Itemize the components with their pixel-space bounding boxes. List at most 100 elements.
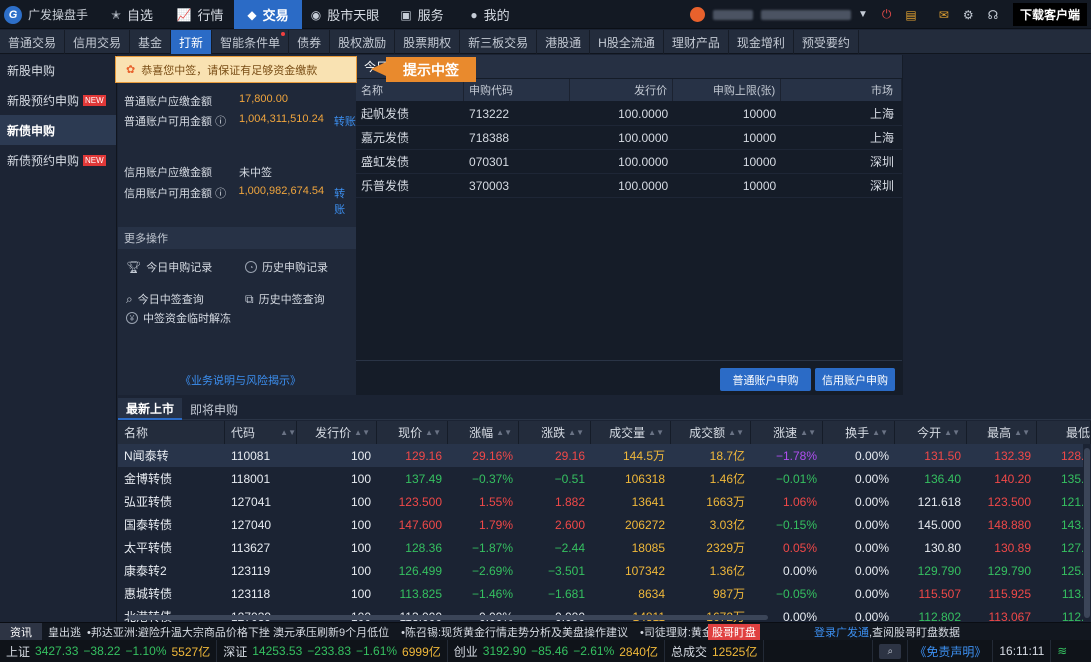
tab-upcoming-subscription[interactable]: 即将申购: [182, 398, 246, 420]
col-change[interactable]: 涨跌 ▲▼: [519, 421, 591, 444]
chevron-down-icon[interactable]: ▼: [858, 9, 868, 20]
headset-icon[interactable]: ☊: [988, 8, 999, 22]
help-icon[interactable]: ⓘ: [215, 188, 226, 200]
tab-latest-listed[interactable]: 最新上市: [118, 398, 183, 420]
horizontal-scrollbar[interactable]: [118, 614, 1083, 621]
credit-transfer-link[interactable]: 转账: [334, 185, 356, 217]
col-sub-limit[interactable]: 申购上限(张): [673, 79, 782, 101]
col-turnover[interactable]: 换手 ▲▼: [823, 421, 895, 444]
history-win-query[interactable]: ⧉ 历史中签查询: [245, 291, 325, 307]
tab-bonds[interactable]: 债券: [289, 30, 331, 54]
win-notification-toast[interactable]: ✿ 恭喜您中签，请保证有足够资金缴款: [115, 56, 357, 83]
history-subscription-record[interactable]: ◔ 历史申购记录: [245, 259, 328, 275]
col-name[interactable]: 名称: [356, 79, 465, 101]
tab-fund[interactable]: 基金: [130, 30, 172, 54]
tab-stock-options[interactable]: 股票期权: [395, 30, 461, 54]
ordinary-subscribe-button[interactable]: 普通账户申购: [720, 368, 811, 391]
ordinary-avail-value: 1,004,311,510.24: [239, 113, 324, 125]
table-row[interactable]: 起帆发债 713222 100.0000 10000 上海: [356, 102, 902, 126]
news-item[interactable]: •邦达亚洲:避险升温大宗商品价格下挫 澳元承压刷新9个月低位: [81, 624, 389, 640]
col-change-pct[interactable]: 涨幅 ▲▼: [448, 421, 519, 444]
tab-tender-offer[interactable]: 预受要约: [794, 30, 859, 54]
tab-neeq[interactable]: 新三板交易: [460, 30, 538, 54]
news-item[interactable]: •司徒理财:黄金: [628, 624, 708, 640]
col-open[interactable]: 今开 ▲▼: [895, 421, 967, 444]
index-chinext[interactable]: 创业 3192.90 −85.46 −2.61% 2840亿: [448, 640, 665, 662]
col-amount[interactable]: 成交额 ▲▼: [671, 421, 751, 444]
gear-icon[interactable]: ⚙: [963, 8, 974, 22]
tab-cash-plus[interactable]: 现金增利: [729, 30, 794, 54]
nav-watchlist[interactable]: ✭ 自选: [98, 0, 166, 29]
scroll-thumb[interactable]: [1084, 448, 1090, 618]
today-subscription-record[interactable]: 🏆︎ 今日申购记录: [126, 259, 212, 275]
help-icon[interactable]: ⓘ: [215, 116, 226, 128]
risk-disclosure-link[interactable]: 《业务说明与风险揭示》: [180, 372, 301, 388]
tab-credit-trade[interactable]: 信用交易: [65, 30, 131, 54]
col-speed[interactable]: 涨速 ▲▼: [751, 421, 823, 444]
news-tag[interactable]: 资讯: [0, 622, 42, 641]
user-box[interactable]: [690, 0, 851, 29]
col-market[interactable]: 市场: [781, 79, 902, 101]
col-low[interactable]: 最低: [1037, 421, 1091, 444]
stock-watch-button[interactable]: 股哥盯盘: [708, 623, 760, 640]
table-row[interactable]: 盛虹发债 070301 100.0000 10000 深圳: [356, 150, 902, 174]
col-code[interactable]: 代码 ▲▼: [225, 421, 297, 444]
tab-smart-order[interactable]: 智能条件单: [212, 30, 290, 54]
win-funds-unfreeze[interactable]: ¥ 中签资金临时解冻: [126, 310, 231, 326]
app-logo[interactable]: G 广发操盘手: [0, 0, 92, 29]
mail-icon[interactable]: ✉: [939, 8, 949, 22]
news-item[interactable]: 皇出逃: [42, 624, 81, 640]
table-row[interactable]: 弘亚转债 127041 100 123.500 1.55% 1.882 13641 1663万…: [118, 490, 1091, 513]
tab-equity-incentive[interactable]: 股权激励: [330, 30, 396, 54]
disclaimer-link[interactable]: 《免责声明》: [914, 643, 986, 660]
col-volume[interactable]: 成交量 ▲▼: [591, 421, 671, 444]
table-row[interactable]: 乐普发债 370003 100.0000 10000 深圳: [356, 174, 902, 198]
disclaimer[interactable]: 《免责声明》: [908, 640, 994, 662]
col-issue-price[interactable]: 发行价 ▲▼: [297, 421, 377, 444]
sidebar-item-new-bond[interactable]: 新债申购: [0, 115, 116, 145]
sidebar-item-new-bond-reserve[interactable]: 新债预约申购 NEW: [0, 145, 116, 175]
table-row[interactable]: 金博转债 118001 100 137.49 −0.37% −0.51 106318 1.46…: [118, 467, 1091, 490]
index-amount: 6999亿: [402, 644, 441, 659]
index-shenzhen[interactable]: 深证 14253.53 −233.83 −1.61% 6999亿: [217, 640, 448, 662]
cell: 0.00%: [854, 563, 889, 578]
tab-ipo[interactable]: 打新: [171, 30, 213, 54]
nav-mine[interactable]: ● 我的: [456, 0, 524, 29]
search-icon[interactable]: ⌕: [879, 643, 902, 659]
login-link[interactable]: 登录广发通: [814, 624, 869, 640]
index-shanghai[interactable]: 上证 3427.33 −38.22 −1.10% 5527亿: [0, 640, 218, 662]
credit-subscribe-button[interactable]: 信用账户申购: [815, 368, 895, 391]
ordinary-transfer-link[interactable]: 转账: [334, 113, 356, 129]
sidebar-item-new-stock[interactable]: 新股申购: [0, 55, 116, 85]
tab-wealth[interactable]: 理财产品: [664, 30, 729, 54]
table-row[interactable]: 惠城转债 123118 100 113.825 −1.46% −1.681 8634 987万…: [118, 582, 1091, 605]
tab-ordinary-trade[interactable]: 普通交易: [0, 30, 66, 54]
table-row[interactable]: 太平转债 113627 100 128.36 −1.87% −2.44 18085 2329万…: [118, 536, 1091, 559]
col-sub-code[interactable]: 申购代码: [464, 79, 571, 101]
nav-sky-eye[interactable]: ◉ 股市天眼: [302, 0, 388, 29]
vertical-scrollbar[interactable]: [1083, 444, 1091, 622]
lock-icon[interactable]: ▤: [905, 8, 916, 22]
power-icon[interactable]: ⏻: [882, 7, 892, 22]
table-row[interactable]: N闻泰转 110081 100 129.16 29.16% 29.16 144.5万 18.7…: [118, 444, 1091, 467]
table-row[interactable]: 国泰转债 127040 100 147.600 1.79% 2.600 206272 3.03…: [118, 513, 1091, 536]
tab-h-share[interactable]: H股全流通: [590, 30, 664, 54]
today-win-query[interactable]: ⌕ 今日中签查询: [126, 291, 204, 307]
nav-service[interactable]: ▣ 服务: [388, 0, 456, 29]
sidebar-item-new-stock-reserve[interactable]: 新股预约申购 NEW: [0, 85, 116, 115]
search-area[interactable]: ⌕: [872, 640, 909, 662]
cell: 100.0000: [618, 106, 669, 121]
table-row[interactable]: 康泰转2 123119 100 126.499 −2.69% −3.501 107342 1.…: [118, 559, 1091, 582]
nav-label: 我的: [483, 8, 510, 23]
col-price[interactable]: 现价 ▲▼: [377, 421, 448, 444]
nav-trade[interactable]: ◆ 交易: [234, 0, 302, 29]
nav-market[interactable]: 📈 行情: [166, 0, 234, 29]
scroll-thumb[interactable]: [128, 615, 768, 620]
tab-hk-connect[interactable]: 港股通: [537, 30, 591, 54]
download-client-button[interactable]: 下载客户端: [1013, 3, 1087, 26]
col-name[interactable]: 名称: [118, 421, 225, 444]
table-row[interactable]: 嘉元发债 718388 100.0000 10000 上海: [356, 126, 902, 150]
news-item[interactable]: •陈召锡:现货黄金行情走势分析及美盘操作建议: [389, 624, 628, 640]
col-high[interactable]: 最高 ▲▼: [967, 421, 1037, 444]
col-issue-price[interactable]: 发行价: [570, 79, 674, 101]
